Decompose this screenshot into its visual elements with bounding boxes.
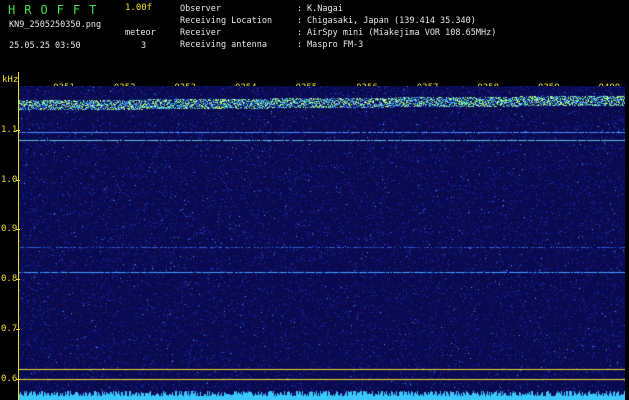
info-value-antenna: Maspro FM-3 bbox=[307, 40, 364, 50]
frequency-tick-label: 0.7 bbox=[1, 324, 18, 334]
info-key-location: Receiving Location bbox=[180, 16, 273, 26]
frequency-tick bbox=[16, 130, 20, 131]
hrofft-window: HROFFT 1.00f KN9_2505250350.png meteor 3… bbox=[0, 0, 629, 400]
frequency-tick-label: 0.8 bbox=[1, 274, 18, 284]
info-value-receiver: AirSpy mini (Miakejima VOR 108.65MHz) bbox=[307, 28, 497, 38]
info-value-location: Chigasaki, Japan (139.414 35.340) bbox=[307, 16, 476, 26]
frequency-tick-label: 0.9 bbox=[1, 224, 18, 234]
info-sep: : bbox=[297, 28, 303, 38]
info-key-receiver: Receiver bbox=[180, 28, 221, 38]
datetime-label: 25.05.25 03:50 bbox=[9, 41, 81, 51]
header-panel: HROFFT 1.00f KN9_2505250350.png meteor 3… bbox=[0, 0, 629, 72]
frequency-unit-label: kHz bbox=[2, 75, 19, 85]
frequency-tick bbox=[16, 229, 20, 230]
frequency-tick-label: 1.1 bbox=[1, 125, 18, 135]
mode-label: meteor bbox=[125, 28, 156, 38]
info-key-antenna: Receiving antenna bbox=[180, 40, 267, 50]
spectrogram-plot bbox=[19, 86, 625, 400]
info-sep: : bbox=[297, 40, 303, 50]
app-title: HROFFT bbox=[8, 3, 106, 17]
frequency-tick-label: 0.6 bbox=[1, 374, 18, 384]
info-sep: : bbox=[297, 16, 303, 26]
mode-value: 3 bbox=[141, 41, 147, 51]
waterfall-canvas bbox=[19, 86, 625, 400]
filename-label: KN9_2505250350.png bbox=[9, 20, 102, 30]
frequency-tick bbox=[16, 279, 20, 280]
frequency-tick bbox=[16, 379, 20, 380]
info-value-observer: K.Nagai bbox=[307, 4, 343, 14]
version-label: 1.00f bbox=[125, 3, 153, 13]
frequency-tick bbox=[16, 329, 20, 330]
frequency-tick-label: 1.0 bbox=[1, 175, 18, 185]
frequency-tick bbox=[16, 180, 20, 181]
info-sep: : bbox=[297, 4, 303, 14]
info-key-observer: Observer bbox=[180, 4, 221, 14]
